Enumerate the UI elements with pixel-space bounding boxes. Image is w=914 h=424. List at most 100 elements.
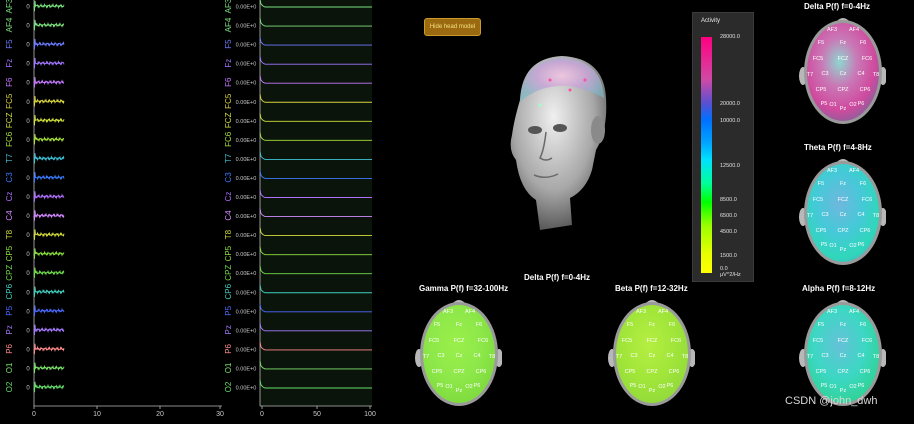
electrode-label: P5 bbox=[437, 383, 444, 389]
electrode-label: Fz bbox=[840, 322, 846, 328]
gamma-topomap-svg: AF3 AF4 F5 Fz F6 FC5 FCZ FC6 T7 C3 Cz C4 T8 CP5 CPZ CP6… bbox=[415, 300, 503, 406]
x-tick-label: 10 bbox=[93, 411, 101, 418]
alpha-map-title: Alpha P(f) f=8-12Hz bbox=[802, 284, 876, 293]
electrode-label: O1 bbox=[829, 243, 836, 249]
y-tick-label: 0.00E+0 bbox=[236, 81, 257, 87]
y-tick-label: 0 bbox=[26, 328, 30, 334]
y-tick-label: 0 bbox=[26, 195, 30, 201]
electrode-label: C3 bbox=[821, 212, 828, 218]
electrode-label: AF4 bbox=[849, 309, 859, 315]
electrode-label: T7 bbox=[807, 213, 813, 219]
x-tick-label: 0 bbox=[260, 411, 264, 418]
y-tick-label: 0 bbox=[26, 386, 30, 392]
electrode-label: O2 bbox=[465, 384, 472, 390]
electrode-label: AF3 bbox=[636, 309, 646, 315]
channel-trace bbox=[33, 305, 65, 317]
y-tick-label: 0.00E+0 bbox=[236, 214, 257, 220]
channel-trace bbox=[33, 210, 65, 221]
electrode-label: Cz bbox=[456, 353, 463, 359]
channel-label: C3 bbox=[5, 172, 14, 183]
activity-colorbar: Activity 28000.0 20000.0 10000.0 12500.0… bbox=[692, 12, 754, 282]
channel-trace bbox=[33, 362, 65, 374]
y-tick-label: 0.00E+0 bbox=[236, 24, 257, 30]
head-3d-model[interactable] bbox=[500, 50, 618, 232]
electrode-label: AF4 bbox=[849, 27, 859, 33]
electrode-label: F5 bbox=[434, 322, 440, 328]
electrode-label: FCZ bbox=[838, 338, 849, 344]
channel-label: P6 bbox=[5, 343, 14, 353]
y-tick-label: 0 bbox=[26, 119, 30, 125]
electrode-label: F5 bbox=[818, 40, 824, 46]
x-tick-label: 100 bbox=[364, 411, 376, 418]
electrode-label: FC6 bbox=[671, 338, 681, 344]
channel-label: T8 bbox=[224, 229, 233, 239]
electrode-label: C4 bbox=[857, 353, 864, 359]
channel-trace bbox=[33, 324, 65, 336]
activity-tick: 28000.0 bbox=[720, 34, 740, 40]
y-tick-label: 0 bbox=[26, 5, 30, 11]
channel-label: F6 bbox=[224, 77, 233, 87]
electrode-label: CP6 bbox=[669, 369, 680, 375]
y-tick-label: 0 bbox=[26, 81, 30, 87]
theta-topomap-svg: AF3 AF4 F5 Fz F6 FC5 FCZ FC6 T7 C3 Cz C4 T8 CP5 CPZ CP6… bbox=[799, 159, 887, 265]
channel-trace bbox=[33, 115, 65, 126]
time-domain-plot: AF3 0 AF4 0 F5 0 Fz 0 F6 0 FC5 0 FCZ 0 FC6 0 T7 0 C3 0 Cz 0 C4… bbox=[0, 0, 232, 424]
electrode-label: Pz bbox=[456, 388, 463, 394]
activity-tick: 4500.0 bbox=[720, 229, 737, 235]
channel-label: F5 bbox=[224, 39, 233, 49]
y-tick-label: 0.00E+0 bbox=[236, 195, 257, 201]
y-tick-label: 0.00E+0 bbox=[236, 233, 257, 239]
channel-trace bbox=[33, 286, 65, 297]
electrode-label: C4 bbox=[857, 212, 864, 218]
channel-trace bbox=[33, 229, 65, 240]
electrode-label: AF3 bbox=[827, 168, 837, 174]
y-tick-label: 0.00E+0 bbox=[236, 43, 257, 49]
channel-trace bbox=[33, 381, 65, 393]
channel-trace bbox=[33, 76, 65, 88]
electrode-label: CPZ bbox=[838, 228, 850, 234]
channel-label: T7 bbox=[224, 153, 233, 163]
electrode-label: T8 bbox=[682, 354, 688, 360]
channel-trace bbox=[33, 95, 65, 107]
channel-label: Cz bbox=[224, 192, 233, 202]
electrode-label: P6 bbox=[858, 242, 865, 248]
activity-tick: 6500.0 bbox=[720, 213, 737, 219]
y-tick-label: 0.00E+0 bbox=[236, 5, 257, 11]
electrode-label: CPZ bbox=[647, 369, 659, 375]
channel-trace bbox=[33, 57, 65, 69]
channel-label: CP6 bbox=[5, 283, 14, 299]
beta-map-title: Beta P(f) f=12-32Hz bbox=[615, 284, 688, 293]
electrode-label: AF3 bbox=[827, 27, 837, 33]
electrode-label: T8 bbox=[873, 72, 879, 78]
activity-tick: 10000.0 bbox=[720, 118, 740, 124]
electrode-label: O1 bbox=[829, 384, 836, 390]
electrode-label: F5 bbox=[818, 181, 824, 187]
channel-label: Pz bbox=[5, 325, 14, 334]
electrode-label: P6 bbox=[474, 383, 481, 389]
y-tick-label: 0.00E+0 bbox=[236, 366, 257, 372]
y-tick-label: 0 bbox=[26, 309, 30, 315]
electrode-label: Pz bbox=[840, 247, 847, 253]
channel-label: O2 bbox=[5, 381, 14, 392]
electrode-label: FC6 bbox=[862, 56, 872, 62]
channel-trace bbox=[33, 134, 65, 145]
electrode-label: P6 bbox=[858, 101, 865, 107]
electrode-label: AF4 bbox=[465, 309, 475, 315]
electrode-label: Cz bbox=[840, 353, 847, 359]
y-tick-label: 0 bbox=[26, 366, 30, 372]
channel-label: P5 bbox=[224, 305, 233, 315]
channel-label: C4 bbox=[224, 210, 233, 221]
activity-unit: µV^2/Hz bbox=[720, 272, 741, 278]
hide-head-model-button[interactable]: Hide head model bbox=[424, 18, 481, 36]
electrode-label: FC6 bbox=[862, 338, 872, 344]
psd-plot-area bbox=[260, 0, 372, 406]
electrode-label: CP6 bbox=[860, 369, 871, 375]
electrode-label: Pz bbox=[649, 388, 656, 394]
y-tick-label: 0 bbox=[26, 290, 30, 296]
x-tick-label: 50 bbox=[313, 411, 321, 418]
channel-trace bbox=[33, 0, 65, 12]
channel-label: C3 bbox=[224, 172, 233, 183]
electrode-label: CP5 bbox=[816, 87, 827, 93]
y-tick-label: 0.00E+0 bbox=[236, 271, 257, 277]
electrode-label: C3 bbox=[437, 353, 444, 359]
